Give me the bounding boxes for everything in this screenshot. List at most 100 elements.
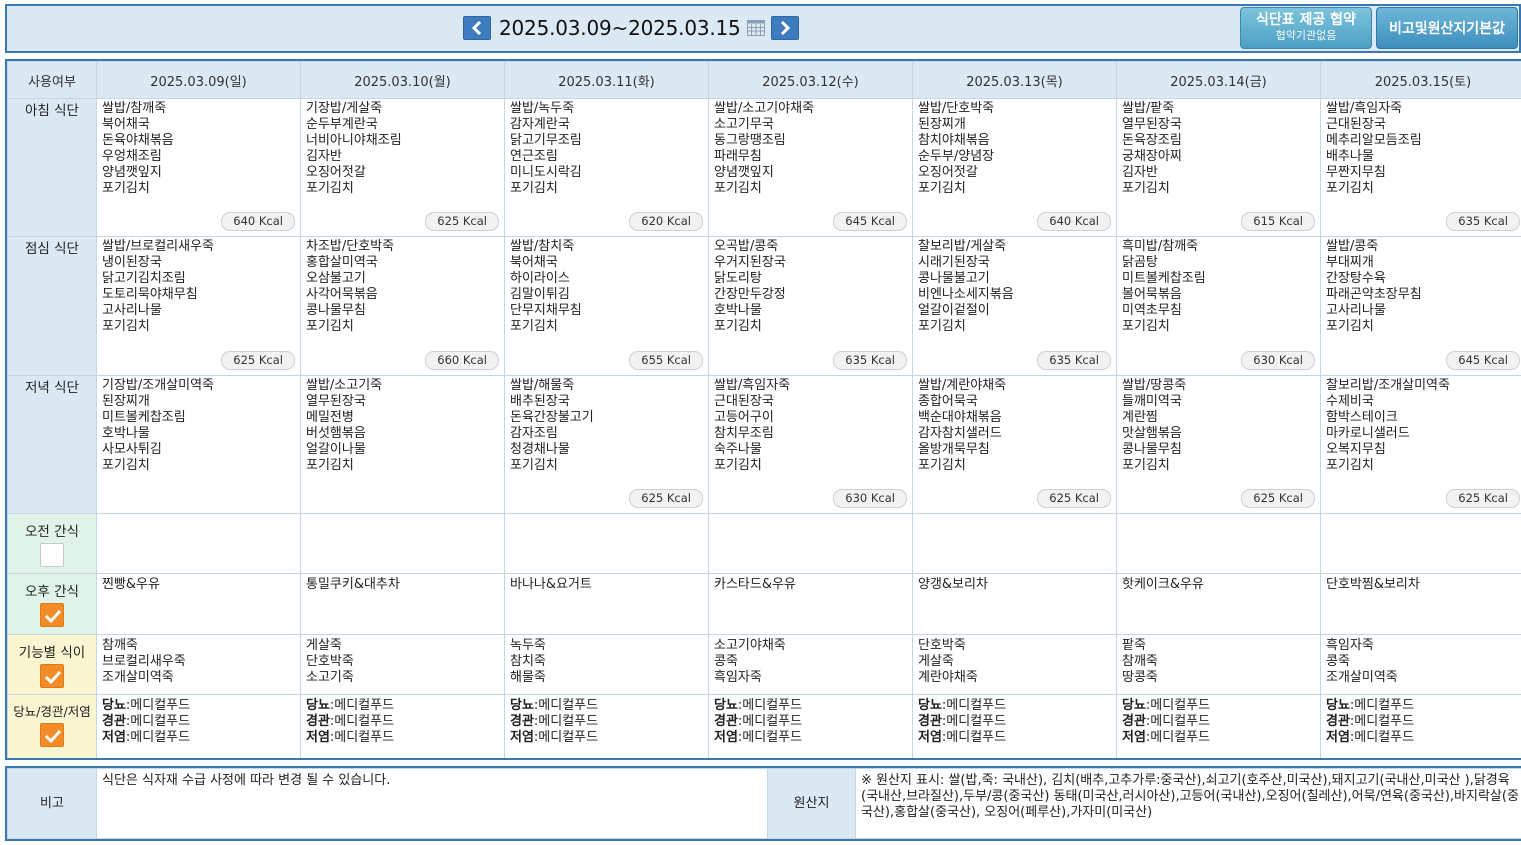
am-snack-cell[interactable] xyxy=(708,513,913,574)
am-snack-cell[interactable] xyxy=(1116,513,1321,574)
diet-type: 저염 xyxy=(714,730,738,745)
functional-cell-text: 소고기야채죽 콩죽 흑임자죽 xyxy=(714,638,786,685)
next-week-button[interactable] xyxy=(770,16,799,40)
diet-type: 당뇨 xyxy=(714,698,738,713)
meal-cell[interactable]: 쌀밥/콩죽 부대찌개 간장탕수육 파래곤약초장무침 고사리나물 포기김치 645 … xyxy=(1320,236,1521,376)
meal-cell-text: 쌀밥/해물죽 배추된장국 돈육간장불고기 감자조림 청경채나물 포기김치 xyxy=(510,378,594,473)
agreement-title: 식단표 제공 협약 xyxy=(1256,12,1356,28)
diet-type: 당뇨 xyxy=(918,698,942,713)
meal-label: 아침 식단 xyxy=(7,98,97,237)
meal-cell-text: 쌀밥/팥죽 열무된장국 돈육장조림 궁채장아찌 김자반 포기김치 xyxy=(1122,101,1182,196)
functional-cell[interactable]: 단호박죽 게살죽 계란야채죽 xyxy=(912,634,1117,695)
am-snack-cell[interactable] xyxy=(504,513,709,574)
meal-cell[interactable]: 기장밥/조개살미역죽 된장찌개 미트볼케찹조림 호박나물 사모사튀김 포기김치 xyxy=(96,375,301,514)
functional-cell[interactable]: 게살죽 단호박죽 소고기죽 xyxy=(300,634,505,695)
pm-snack-cell[interactable]: 찐빵&우유 xyxy=(96,573,301,635)
pm-snack-cell[interactable]: 카스타드&우유 xyxy=(708,573,913,635)
pm-snack-cell[interactable]: 통밀쿠키&대추차 xyxy=(300,573,505,635)
diet-line: 경관:메디컬푸드 xyxy=(1326,714,1520,730)
diet-type: 저염 xyxy=(306,730,330,745)
am-snack-row: 오전 간식 xyxy=(7,513,1521,574)
prev-week-button[interactable] xyxy=(463,16,491,40)
special-diet-cell[interactable]: 당뇨:메디컬푸드 경관:메디컬푸드 저염:메디컬푸드 xyxy=(504,694,709,758)
agreement-status: 협약기관없음 xyxy=(1275,29,1337,42)
kcal-badge: 620 Kcal xyxy=(629,212,703,231)
remark-text[interactable]: 식단은 식자재 수급 사정에 따라 변경 될 수 있습니다. xyxy=(96,768,768,839)
meal-cell[interactable]: 오곡밥/콩죽 우거지된장국 닭도리탕 간장만두강정 호박나물 포기김치 635 K… xyxy=(708,236,913,376)
diet-line: 저염:메디컬푸드 xyxy=(1326,730,1520,746)
pm-snack-row: 오후 간식 찐빵&우유 통밀쿠키&대추차 바나나&요거트 카스타드&우유 양갱&보리차 핫… xyxy=(7,573,1521,635)
pm-snack-cell-text: 카스타드&우유 xyxy=(714,577,796,592)
week-header: 2025.03.09~2025.03.15 식단표 제공 협약 협약기관없음 비… xyxy=(5,4,1521,53)
meal-cell-text: 쌀밥/소고기야채죽 소고기무국 동그랑땡조림 파래무침 양념깻잎지 포기김치 xyxy=(714,101,815,196)
check-icon xyxy=(44,670,62,685)
calendar-icon[interactable] xyxy=(746,19,765,37)
meal-cell[interactable]: 찰보리밥/게살죽 시래기된장국 콩나물불고기 비엔나소세지볶음 얼갈이겉절이 포… xyxy=(912,236,1117,376)
origin-text[interactable]: ※ 원산지 표시: 쌀(밥,죽: 국내산), 김치(배추,고추가루:중국산),쇠… xyxy=(855,768,1521,839)
day-header: 2025.03.15(토) xyxy=(1320,61,1521,99)
functional-diet-checkbox[interactable] xyxy=(40,664,64,688)
day-header-row: 사용여부 2025.03.09(일) 2025.03.10(월) 2025.03… xyxy=(7,61,1521,99)
pm-snack-checkbox[interactable] xyxy=(40,603,64,627)
meal-cell[interactable]: 찰보리밥/조개살미역죽 수제비국 함박스테이크 마카로니샐러드 오복지무침 포기… xyxy=(1320,375,1521,514)
diet-value: :메디컬푸드 xyxy=(737,730,803,745)
meal-cell[interactable]: 쌀밥/흑임자죽 근대된장국 메추리알모듬조림 배추나물 무짠지무침 포기김치 63… xyxy=(1320,98,1521,237)
meal-cell[interactable]: 쌀밥/참깨죽 북어채국 돈육야채볶음 우엉채조림 양념깻잎지 포기김치 640 K… xyxy=(96,98,301,237)
meal-cell-text: 흑미밥/참깨죽 닭곰탕 미트볼케찹조림 볼어묵볶음 미역초무침 포기김치 xyxy=(1122,239,1206,334)
special-diet-cell[interactable]: 당뇨:메디컬푸드 경관:메디컬푸드 저염:메디컬푸드 xyxy=(1116,694,1321,758)
diet-value: :메디컬푸드 xyxy=(1349,714,1415,729)
special-diet-checkbox[interactable] xyxy=(40,723,64,747)
functional-cell[interactable]: 팥죽 참깨죽 땅콩죽 xyxy=(1116,634,1321,695)
special-diet-cell[interactable]: 당뇨:메디컬푸드 경관:메디컬푸드 저염:메디컬푸드 xyxy=(1320,694,1521,758)
diet-type: 경관 xyxy=(714,714,738,729)
functional-cell[interactable]: 소고기야채죽 콩죽 흑임자죽 xyxy=(708,634,913,695)
diet-type: 당뇨 xyxy=(1122,698,1146,713)
meal-plan-agreement-button[interactable]: 식단표 제공 협약 협약기관없음 xyxy=(1240,7,1372,49)
usage-header: 사용여부 xyxy=(7,61,97,99)
dinner-row: 저녁 식단 기장밥/조개살미역죽 된장찌개 미트볼케찹조림 호박나물 사모사튀김… xyxy=(7,375,1521,514)
meal-cell[interactable]: 쌀밥/팥죽 열무된장국 돈육장조림 궁채장아찌 김자반 포기김치 615 Kcal xyxy=(1116,98,1321,237)
am-snack-cell[interactable] xyxy=(1320,513,1521,574)
pm-snack-cell[interactable]: 핫케이크&우유 xyxy=(1116,573,1321,635)
diet-type: 저염 xyxy=(1122,730,1146,745)
meal-cell-text: 쌀밥/참치죽 북어채국 하이라이스 김말이튀김 단무지채무침 포기김치 xyxy=(510,239,582,334)
special-diet-cell[interactable]: 당뇨:메디컬푸드 경관:메디컬푸드 저염:메디컬푸드 xyxy=(96,694,301,758)
meal-cell[interactable]: 쌀밥/단호박죽 된장찌개 참치야채볶음 순두부/양념장 오징어젓갈 포기김치 64… xyxy=(912,98,1117,237)
meal-cell[interactable]: 쌀밥/소고기야채죽 소고기무국 동그랑땡조림 파래무침 양념깻잎지 포기김치 64… xyxy=(708,98,913,237)
origin-label: 원산지 xyxy=(767,768,856,839)
functional-cell[interactable]: 흑임자죽 콩죽 조개살미역죽 xyxy=(1320,634,1521,695)
meal-cell[interactable]: 쌀밥/흑임자죽 근대된장국 고등어구이 참치무조림 숙주나물 포기김치 630 K… xyxy=(708,375,913,514)
remark-origin-defaults-button[interactable]: 비고및원산지기본값 xyxy=(1376,7,1518,49)
meal-cell[interactable]: 쌀밥/브로컬리새우죽 냉이된장국 닭고기김치조림 도토리묵야채무침 고사리나물 … xyxy=(96,236,301,376)
meal-cell-text: 쌀밥/소고기죽 열무된장국 메밀전병 버섯햄볶음 얼갈이나물 포기김치 xyxy=(306,378,383,473)
functional-cell[interactable]: 참깨죽 브로컬리새우죽 조개살미역죽 xyxy=(96,634,301,695)
functional-cell[interactable]: 녹두죽 참치죽 해물죽 xyxy=(504,634,709,695)
pm-snack-cell[interactable]: 바나나&요거트 xyxy=(504,573,709,635)
meal-cell[interactable]: 쌀밥/계란야채죽 종합어묵국 백순대야채볶음 감자참치샐러드 올방개묵무침 포기… xyxy=(912,375,1117,514)
lunch-row: 점심 식단 쌀밥/브로컬리새우죽 냉이된장국 닭고기김치조림 도토리묵야채무침 … xyxy=(7,236,1521,376)
meal-cell[interactable]: 흑미밥/참깨죽 닭곰탕 미트볼케찹조림 볼어묵볶음 미역초무침 포기김치 630 … xyxy=(1116,236,1321,376)
diet-line: 당뇨:메디컬푸드 xyxy=(1326,698,1520,714)
pm-snack-cell[interactable]: 양갱&보리차 xyxy=(912,573,1117,635)
am-snack-cell[interactable] xyxy=(300,513,505,574)
meal-cell[interactable]: 쌀밥/해물죽 배추된장국 돈육간장불고기 감자조림 청경채나물 포기김치 625 … xyxy=(504,375,709,514)
am-snack-checkbox[interactable] xyxy=(40,543,64,567)
meal-cell[interactable]: 쌀밥/땅콩죽 들깨미역국 계란찜 맛살햄볶음 콩나물무침 포기김치 625 Kca… xyxy=(1116,375,1321,514)
pm-snack-cell-text: 양갱&보리차 xyxy=(918,577,988,592)
meal-cell[interactable]: 쌀밥/소고기죽 열무된장국 메밀전병 버섯햄볶음 얼갈이나물 포기김치 xyxy=(300,375,505,514)
special-diet-cell[interactable]: 당뇨:메디컬푸드 경관:메디컬푸드 저염:메디컬푸드 xyxy=(708,694,913,758)
meal-cell[interactable]: 쌀밥/참치죽 북어채국 하이라이스 김말이튀김 단무지채무침 포기김치 655 K… xyxy=(504,236,709,376)
diet-value: :메디컬푸드 xyxy=(125,714,191,729)
meal-cell-text: 쌀밥/단호박죽 된장찌개 참치야채볶음 순두부/양념장 오징어젓갈 포기김치 xyxy=(918,101,995,196)
diet-line: 경관:메디컬푸드 xyxy=(918,714,1111,730)
meal-cell[interactable]: 차조밥/단호박죽 홍합살미역국 오삼불고기 사각어묵볶음 콩나물무침 포기김치 6… xyxy=(300,236,505,376)
am-snack-cell[interactable] xyxy=(96,513,301,574)
functional-cell-text: 참깨죽 브로컬리새우죽 조개살미역죽 xyxy=(102,638,186,685)
special-diet-cell[interactable]: 당뇨:메디컬푸드 경관:메디컬푸드 저염:메디컬푸드 xyxy=(912,694,1117,758)
pm-snack-cell[interactable]: 단호박찜&보리차 xyxy=(1320,573,1521,635)
kcal-badge: 640 Kcal xyxy=(221,212,295,231)
meal-cell[interactable]: 기장밥/게살죽 순두부계란국 너비아니야채조림 김자반 오징어젓갈 포기김치 62… xyxy=(300,98,505,237)
special-diet-cell[interactable]: 당뇨:메디컬푸드 경관:메디컬푸드 저염:메디컬푸드 xyxy=(300,694,505,758)
meal-cell[interactable]: 쌀밥/녹두죽 감자계란국 닭고기무조림 연근조림 미니도시락김 포기김치 620 … xyxy=(504,98,709,237)
am-snack-cell[interactable] xyxy=(912,513,1117,574)
